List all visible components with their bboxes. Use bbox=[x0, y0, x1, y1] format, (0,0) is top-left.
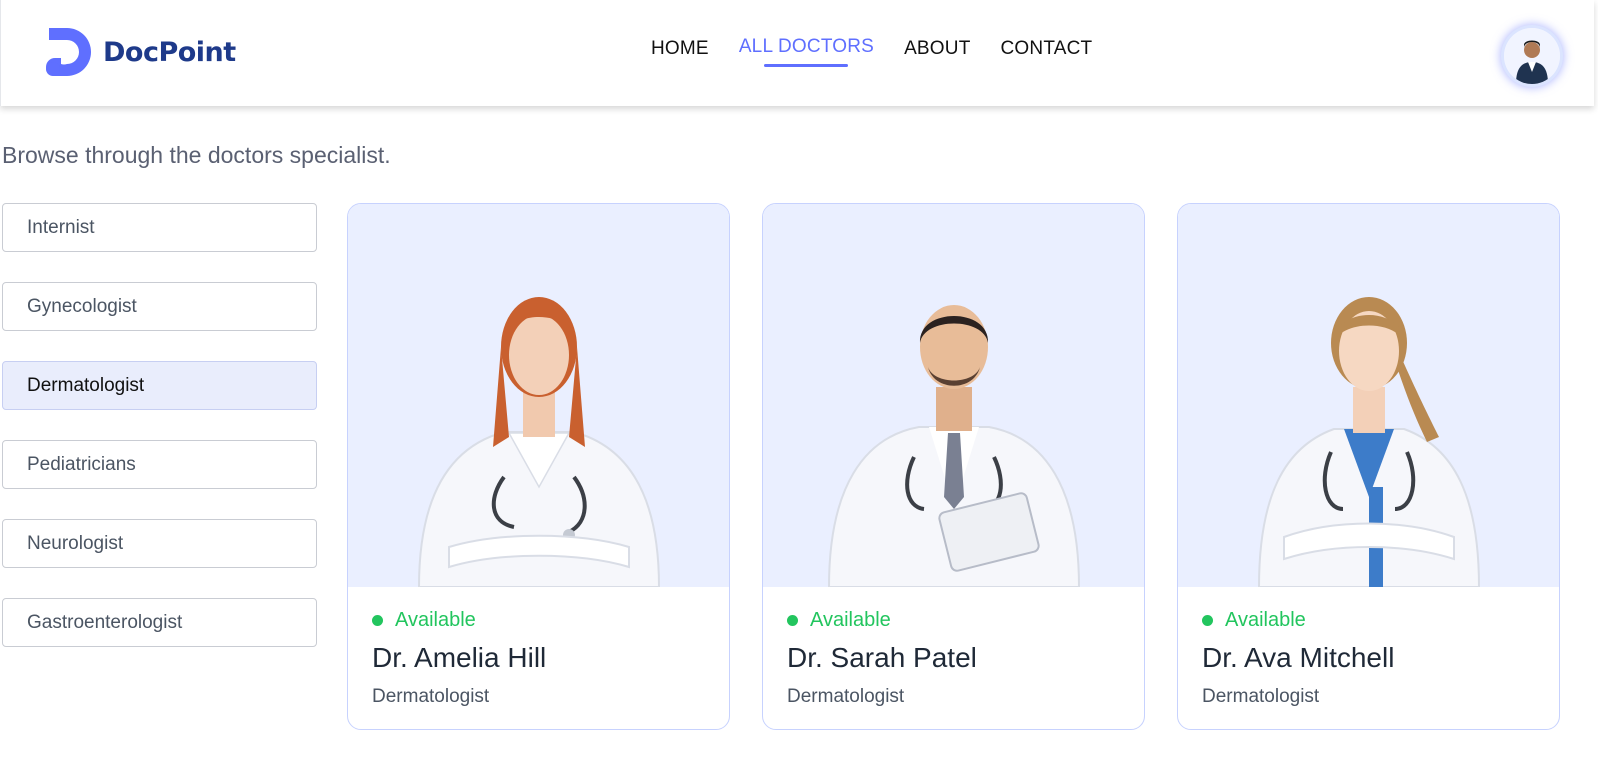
nav-all-doctors[interactable]: ALL DOCTORS bbox=[738, 36, 875, 67]
nav-contact[interactable]: CONTACT bbox=[1001, 38, 1093, 60]
docpoint-logo-icon bbox=[46, 28, 91, 76]
filter-neurologist[interactable]: Neurologist bbox=[2, 519, 317, 568]
user-avatar[interactable] bbox=[1504, 28, 1560, 84]
availability-status: Available bbox=[1202, 609, 1535, 632]
status-label: Available bbox=[395, 609, 476, 631]
doctor-name: Dr. Ava Mitchell bbox=[1202, 642, 1395, 673]
doctor-photo-frame bbox=[1178, 204, 1559, 587]
nav-active-underline bbox=[763, 64, 849, 67]
doctor-photo bbox=[417, 297, 660, 587]
nav-all-doctors-label: ALL DOCTORS bbox=[738, 36, 875, 57]
status-dot-icon bbox=[787, 615, 798, 626]
status-dot-icon bbox=[372, 615, 383, 626]
doctor-name: Dr. Amelia Hill bbox=[372, 642, 547, 673]
brand-name: DocPoint bbox=[103, 36, 236, 68]
main-nav: HOME ALL DOCTORS ABOUT CONTACT bbox=[651, 36, 1093, 67]
nav-about[interactable]: ABOUT bbox=[904, 38, 970, 60]
doctor-card[interactable]: Available Dr. Amelia Hill Dermatologist bbox=[347, 203, 730, 730]
doctor-speciality: Dermatologist bbox=[787, 686, 905, 707]
doctor-photo-frame bbox=[348, 204, 729, 587]
nav-home[interactable]: HOME bbox=[651, 38, 709, 60]
filter-gynecologist[interactable]: Gynecologist bbox=[2, 282, 317, 331]
doctor-grid: Available Dr. Amelia Hill Dermatologist bbox=[347, 203, 1560, 730]
doctor-card-body: Available Dr. Amelia Hill Dermatologist bbox=[348, 587, 729, 729]
doctor-card-body: Available Dr. Ava Mitchell Dermatologist bbox=[1178, 587, 1559, 729]
doctor-card[interactable]: Available Dr. Sarah Patel Dermatologist bbox=[762, 203, 1145, 730]
page-intro: Browse through the doctors specialist. bbox=[2, 142, 391, 168]
availability-status: Available bbox=[787, 609, 1120, 632]
availability-status: Available bbox=[372, 609, 705, 632]
doctor-name: Dr. Sarah Patel bbox=[787, 642, 977, 673]
doctor-card-body: Available Dr. Sarah Patel Dermatologist bbox=[763, 587, 1144, 729]
top-header: DocPoint HOME ALL DOCTORS ABOUT CONTACT bbox=[0, 0, 1594, 106]
doctor-speciality: Dermatologist bbox=[1202, 686, 1320, 707]
doctor-card[interactable]: Available Dr. Ava Mitchell Dermatologist bbox=[1177, 203, 1560, 730]
status-label: Available bbox=[1225, 609, 1306, 631]
user-avatar-icon bbox=[1504, 28, 1560, 84]
filter-dermatologist[interactable]: Dermatologist bbox=[2, 361, 317, 410]
doctor-photo bbox=[827, 305, 1080, 587]
status-dot-icon bbox=[1202, 615, 1213, 626]
doctor-photo bbox=[1257, 297, 1480, 587]
doctor-photo-frame bbox=[763, 204, 1144, 587]
filter-gastroenterologist[interactable]: Gastroenterologist bbox=[2, 598, 317, 647]
doctor-speciality: Dermatologist bbox=[372, 686, 490, 707]
brand-logo[interactable]: DocPoint bbox=[41, 26, 236, 78]
filter-pediatricians[interactable]: Pediatricians bbox=[2, 440, 317, 489]
speciality-filter-list: Internist Gynecologist Dermatologist Ped… bbox=[2, 203, 317, 677]
status-label: Available bbox=[810, 609, 891, 631]
filter-internist[interactable]: Internist bbox=[2, 203, 317, 252]
